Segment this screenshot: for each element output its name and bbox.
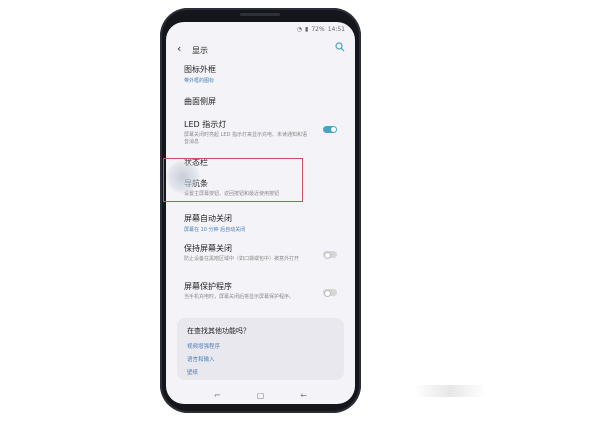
keep-screen-off-toggle[interactable] bbox=[323, 251, 337, 259]
card-link[interactable]: 语言和输入 bbox=[187, 355, 215, 363]
setting-title: 曲面侧屏 bbox=[184, 97, 216, 106]
setting-keep-screen-off[interactable]: 保持屏幕关闭 防止设备在黑暗区域中（如口袋或包中）被意外打开 bbox=[184, 243, 309, 263]
suggestion-card: 在查找其他功能吗？ 视频增强程序 语言和输入 壁纸 bbox=[177, 318, 344, 380]
setting-screensaver[interactable]: 屏幕保护程序 当手机充电时，屏幕关闭后将显示屏幕保护程序。 bbox=[184, 281, 309, 301]
system-nav-bar: ⌐ ▢ ← bbox=[166, 386, 355, 404]
led-toggle[interactable] bbox=[323, 126, 337, 133]
home-button[interactable]: ▢ bbox=[257, 391, 265, 400]
search-icon[interactable] bbox=[335, 42, 345, 52]
card-heading: 在查找其他功能吗？ bbox=[187, 327, 250, 335]
wifi-icon: ◔ bbox=[296, 25, 303, 33]
setting-screen-timeout[interactable]: 屏幕自动关闭 屏幕在 10 分钟 后自动关闭 bbox=[184, 213, 245, 233]
recent-apps-button[interactable]: ⌐ bbox=[214, 391, 221, 400]
battery-level: 72% bbox=[311, 25, 325, 33]
screensaver-toggle[interactable] bbox=[323, 289, 337, 297]
setting-title: 屏幕自动关闭 bbox=[184, 214, 232, 223]
setting-value: 带外框的图标 bbox=[184, 78, 215, 84]
toggle-knob bbox=[324, 289, 331, 297]
watermark-smear bbox=[415, 385, 485, 397]
toggle-knob bbox=[331, 127, 336, 132]
setting-description: 防止设备在黑暗区域中（如口袋或包中）被意外打开 bbox=[184, 256, 300, 262]
signal-icon: ▮ bbox=[305, 25, 309, 33]
setting-title: 屏幕保护程序 bbox=[184, 282, 232, 291]
setting-title: 保持屏幕关闭 bbox=[184, 244, 232, 253]
speaker-grille bbox=[240, 13, 280, 16]
highlight-box bbox=[163, 158, 303, 202]
setting-description: 屏幕关闭时亮起 LED 指示灯来显示充电、未读通知和语音消息 bbox=[184, 132, 307, 145]
back-nav-button[interactable]: ← bbox=[300, 391, 307, 400]
setting-edge-screen[interactable]: 曲面侧屏 bbox=[184, 96, 216, 107]
settings-screen: ◔ ▮ 72% 14:51 ‹ 显示 图标外框 带外框的图标 曲面侧屏 LED … bbox=[166, 22, 355, 404]
setting-led-indicator[interactable]: LED 指示灯 屏幕关闭时亮起 LED 指示灯来显示充电、未读通知和语音消息 bbox=[184, 119, 309, 146]
setting-icon-frame[interactable]: 图标外框 带外框的图标 bbox=[184, 64, 216, 84]
status-bar: ◔ ▮ 72% 14:51 bbox=[166, 22, 355, 36]
phone-frame: ◔ ▮ 72% 14:51 ‹ 显示 图标外框 带外框的图标 曲面侧屏 LED … bbox=[160, 8, 361, 413]
app-header: ‹ 显示 bbox=[166, 40, 355, 58]
setting-title: LED 指示灯 bbox=[184, 120, 227, 129]
card-link[interactable]: 壁纸 bbox=[187, 368, 198, 376]
clock: 14:51 bbox=[327, 25, 345, 33]
setting-description: 当手机充电时，屏幕关闭后将显示屏幕保护程序。 bbox=[184, 294, 295, 300]
page-title: 显示 bbox=[192, 46, 208, 55]
toggle-knob bbox=[324, 251, 331, 259]
back-button[interactable]: ‹ bbox=[177, 42, 181, 55]
setting-title: 图标外框 bbox=[184, 65, 216, 74]
setting-value: 屏幕在 10 分钟 后自动关闭 bbox=[184, 227, 246, 233]
card-link[interactable]: 视频增强程序 bbox=[187, 342, 220, 350]
